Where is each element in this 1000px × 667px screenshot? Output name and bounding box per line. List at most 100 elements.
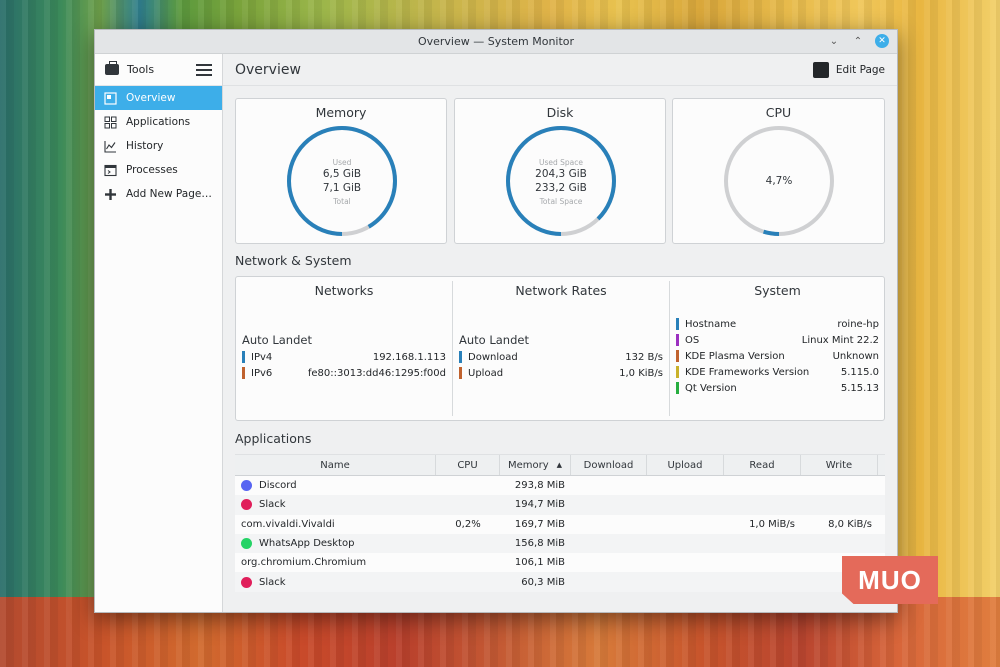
ipv6-row: IPv6 fe80::3013:dd46:1295:f00d (242, 365, 446, 381)
cell-name: Slack (235, 576, 436, 588)
cpu-title: CPU (765, 105, 792, 120)
sidebar-item-overview[interactable]: Overview (95, 86, 222, 110)
cell-name: WhatsApp Desktop (235, 538, 436, 550)
cpu-gauge: 4,7% (723, 125, 835, 237)
cell-name-text: WhatsApp Desktop (259, 538, 355, 550)
muo-watermark-text: MUO (858, 564, 922, 595)
ipv6-value: fe80::3013:dd46:1295:f00d (307, 367, 446, 379)
memory-card: Memory Used 6,5 GiB 7,1 GiB Total (235, 98, 447, 244)
window-title: Overview — System Monitor (417, 35, 575, 48)
download-key: Download (468, 351, 518, 363)
table-row[interactable]: Slack 194,7 MiB (235, 495, 885, 515)
upload-color (459, 367, 462, 379)
disk-total-label: Total Space (539, 197, 583, 206)
cell-name: org.chromium.Chromium (235, 557, 436, 568)
memory-total-value: 7,1 GiB (322, 182, 362, 194)
overview-icon (103, 91, 117, 105)
cell-memory-text: 194,7 MiB (514, 499, 565, 511)
table-row[interactable]: org.chromium.Chromium 106,1 MiB (235, 553, 885, 573)
system-title: System (754, 283, 801, 298)
edit-page-label: Edit Page (835, 63, 885, 76)
cell-name: Discord (235, 480, 436, 492)
network-rates-title: Network Rates (515, 283, 607, 298)
table-row[interactable]: Discord 293,8 MiB (235, 476, 885, 496)
frameworks-version-value: 5.115.0 (840, 366, 879, 378)
cell-name: com.vivaldi.Vivaldi (235, 519, 436, 530)
cell-memory-text: 60,3 MiB (521, 576, 565, 588)
sidebar-item-label: Applications (126, 116, 191, 128)
column-header-write[interactable]: Write (801, 455, 878, 475)
cell-name-text: Discord (259, 480, 297, 492)
tools-header: Tools (95, 54, 222, 86)
cell-name-text: com.vivaldi.Vivaldi (241, 518, 335, 530)
page-header: Overview Edit Page (223, 54, 897, 86)
download-rate-row: Download 132 B/s (459, 349, 663, 365)
cell-memory-text: 106,1 MiB (514, 557, 565, 569)
qt-version-row: Qt Version 5.15.13 (676, 380, 879, 396)
network-rates-interface: Auto Landet (459, 333, 529, 347)
disk-title: Disk (546, 105, 574, 120)
os-row: OS Linux Mint 22.2 (676, 332, 879, 348)
frameworks-version-color (676, 366, 679, 378)
sidebar-item-label: Overview (126, 92, 176, 104)
edit-page-button[interactable]: Edit Page (812, 61, 885, 78)
cell-memory-text: 169,7 MiB (514, 518, 565, 530)
cell-memory-text: 156,8 MiB (514, 538, 565, 550)
plasma-version-row: KDE Plasma Version Unknown (676, 348, 879, 364)
ipv6-color (242, 367, 245, 379)
cell-memory: 169,7 MiB (500, 519, 571, 530)
network-rates-pane: Network Rates Auto Landet Download 132 B… (453, 277, 669, 420)
disk-used-value: 204,3 GiB (535, 168, 587, 180)
ipv4-row: IPv4 192.168.1.113 (242, 349, 446, 365)
table-row[interactable]: Slack 60,3 MiB (235, 572, 885, 592)
memory-used-value: 6,5 GiB (322, 168, 362, 180)
column-header-read[interactable]: Read (724, 455, 801, 475)
maximize-icon[interactable]: ⌃ (851, 34, 865, 48)
cell-memory: 60,3 MiB (500, 577, 571, 588)
column-header-cpu[interactable]: CPU (436, 455, 500, 475)
plasma-version-key: KDE Plasma Version (685, 350, 785, 362)
upload-value: 1,0 KiB/s (619, 367, 663, 379)
close-icon[interactable]: ✕ (875, 34, 889, 48)
download-color (459, 351, 462, 363)
sidebar-item-history[interactable]: History (95, 134, 222, 158)
disk-card: Disk Used Space 204,3 GiB 233,2 GiB Tota… (454, 98, 666, 244)
sidebar-item-add-page[interactable]: Add New Page… (95, 182, 222, 206)
qt-version-key: Qt Version (685, 382, 737, 394)
ipv4-color (242, 351, 245, 363)
system-pane: System Hostname roine-hp OS Linux Mint 2… (670, 277, 885, 420)
cell-write-text: 8,0 KiB/s (828, 518, 872, 530)
table-body: Discord 293,8 MiB Slack 194,7 MiB com.vivald… (235, 476, 885, 592)
applications-grid-icon (103, 115, 117, 129)
system-monitor-window: Overview — System Monitor ⌄ ⌃ ✕ Tools Ov… (94, 29, 898, 613)
minimize-icon[interactable]: ⌄ (827, 34, 841, 48)
window-controls: ⌄ ⌃ ✕ (827, 34, 889, 48)
network-system-heading: Network & System (235, 253, 352, 268)
ipv4-value: 192.168.1.113 (372, 351, 446, 363)
sidebar-item-processes[interactable]: Processes (95, 158, 222, 182)
disk-total-value: 233,2 GiB (535, 182, 587, 194)
column-header-upload[interactable]: Upload (647, 455, 724, 475)
hamburger-menu-icon[interactable] (196, 63, 212, 76)
toolbox-icon (105, 61, 119, 75)
main-content: Overview Edit Page Memory Used 6,5 GiB 7… (223, 54, 897, 612)
column-header-name[interactable]: Name (235, 455, 436, 475)
column-header-download[interactable]: Download (571, 455, 647, 475)
sidebar-item-applications[interactable]: Applications (95, 110, 222, 134)
disk-used-label: Used Space (538, 158, 583, 167)
table-row[interactable]: com.vivaldi.Vivaldi 0,2% 169,7 MiB 1,0 MiB/… (235, 514, 885, 534)
tools-label: Tools (127, 63, 155, 76)
cell-read-text: 1,0 MiB/s (749, 518, 795, 530)
title-bar[interactable]: Overview — System Monitor ⌄ ⌃ ✕ (95, 30, 897, 54)
page-title: Overview (235, 61, 301, 78)
cell-memory: 293,8 MiB (500, 480, 571, 491)
column-header-memory[interactable]: Memory ▲ (500, 455, 571, 475)
networks-interface: Auto Landet (242, 333, 312, 347)
table-header: Name CPU Memory ▲ Download Upload Read W… (235, 454, 885, 476)
cell-cpu-text: 0,2% (455, 518, 481, 530)
cell-memory: 156,8 MiB (500, 538, 571, 549)
table-row[interactable]: WhatsApp Desktop 156,8 MiB (235, 533, 885, 554)
os-color (676, 334, 679, 346)
memory-title: Memory (315, 105, 367, 120)
plasma-version-color (676, 350, 679, 362)
